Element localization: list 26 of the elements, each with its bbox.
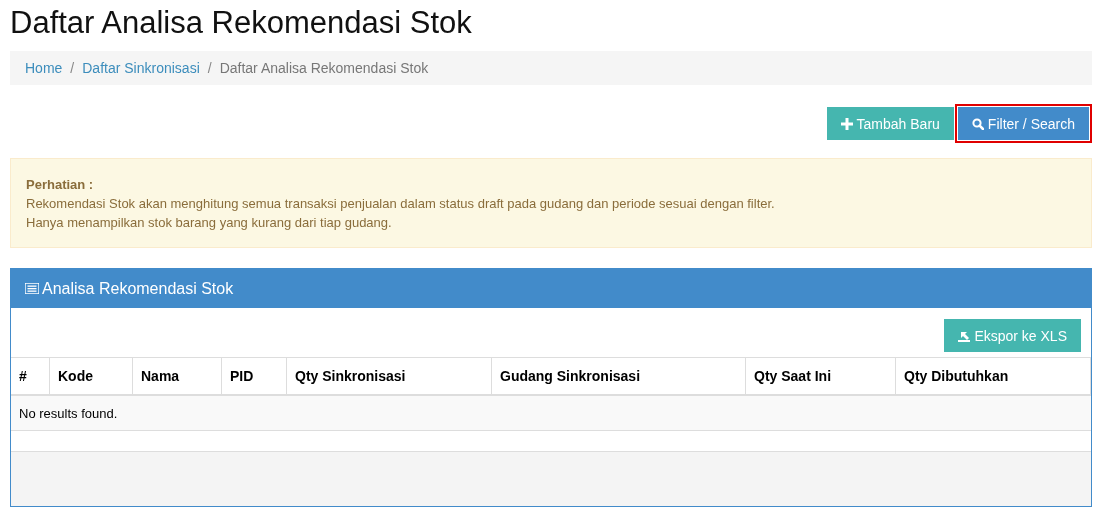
breadcrumb-link[interactable]: Daftar Sinkronisasi	[82, 60, 200, 76]
export-icon	[958, 329, 971, 342]
search-icon	[971, 117, 984, 130]
list-icon	[25, 283, 39, 294]
column-header: PID	[222, 358, 287, 394]
column-header: Qty Saat Ini	[746, 358, 896, 394]
export-button[interactable]: Ekspor ke XLS	[944, 319, 1081, 352]
breadcrumb-separator: /	[69, 60, 76, 76]
plus-icon	[840, 117, 853, 130]
filter-search-button[interactable]: Filter / Search	[957, 107, 1089, 140]
alert-text: Rekomendasi Stok akan menghitung semua transaksi penjualan dalam status draft pada gudang dan periode sesuai dengan filter.	[26, 195, 776, 213]
column-header: Gudang Sinkronisasi	[492, 358, 746, 394]
page-title: Daftar Analisa Rekomendasi Stok	[10, 4, 473, 42]
panel-title: Analisa Rekomendasi Stok	[42, 279, 234, 298]
table-cell: No results found.	[11, 396, 1091, 431]
alert-heading: Perhatian :	[26, 176, 95, 194]
column-header: Qty Dibutuhkan	[896, 358, 1091, 394]
column-header: Qty Sinkronisasi	[287, 358, 492, 394]
breadcrumb-separator: /	[206, 60, 213, 76]
add-button[interactable]: Tambah Baru	[826, 107, 954, 140]
column-header: Kode	[50, 358, 133, 394]
alert-text: Hanya menampilkan stok barang yang kurang dari tiap gudang.	[26, 214, 393, 232]
breadcrumb-link[interactable]: Home	[25, 60, 63, 76]
column-header: #	[11, 358, 50, 394]
breadcrumb-current: Daftar Analisa Rekomendasi Stok	[219, 60, 429, 76]
column-header: Nama	[133, 358, 222, 394]
